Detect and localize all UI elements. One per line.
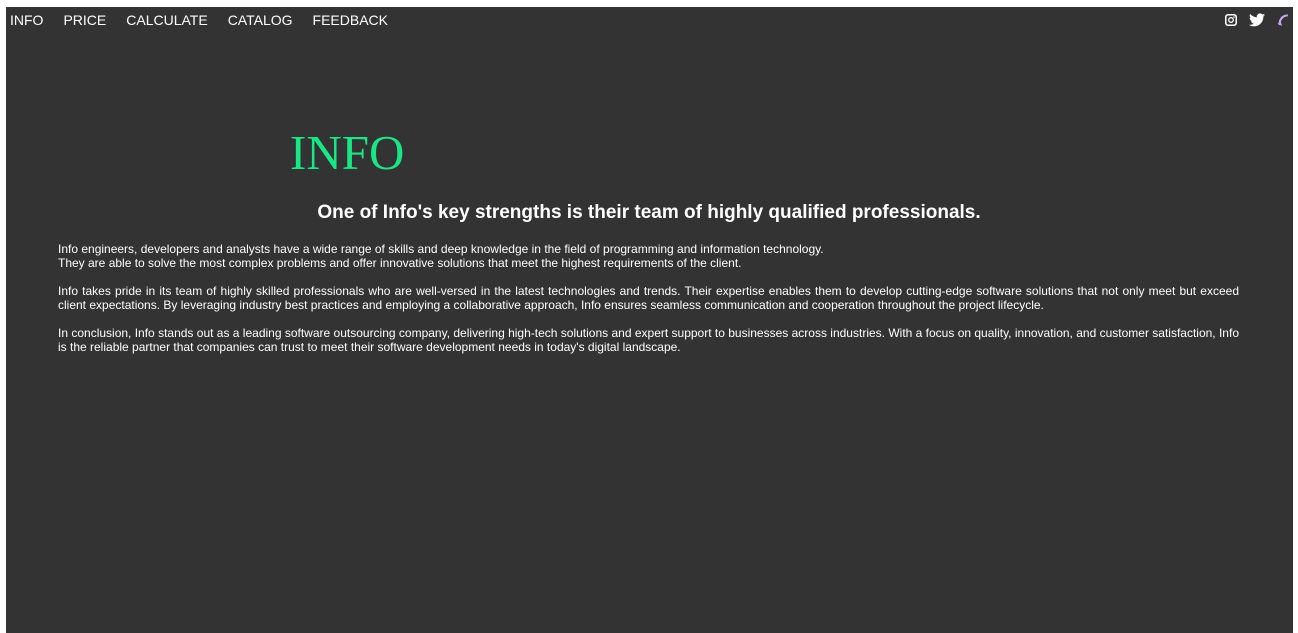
nav-item-price[interactable]: PRICE [63,12,106,28]
paragraph-intro-line1: Info engineers, developers and analysts … [58,242,824,256]
top-nav: INFO PRICE CALCULATE CATALOG FEEDBACK [10,12,408,28]
page-subtitle: One of Info's key strengths is their tea… [317,202,981,223]
twitter-icon[interactable] [1248,11,1266,29]
nav-item-info[interactable]: INFO [10,12,43,28]
nav-item-catalog[interactable]: CATALOG [228,12,293,28]
info-content: Info engineers, developers and analysts … [58,242,1239,368]
paragraph-intro-line2: They are able to solve the most complex … [58,256,742,270]
instagram-icon[interactable] [1222,11,1240,29]
paragraph-conclusion: In conclusion, Info stands out as a lead… [58,326,1239,354]
nav-item-feedback[interactable]: FEEDBACK [313,12,388,28]
viber-icon[interactable] [1274,11,1292,29]
paragraph-intro: Info engineers, developers and analysts … [58,242,1239,270]
paragraph-expertise: Info takes pride in its team of highly s… [58,284,1239,312]
nav-item-calculate[interactable]: CALCULATE [126,12,207,28]
social-links [1214,11,1292,29]
page-title: INFO [290,125,405,180]
